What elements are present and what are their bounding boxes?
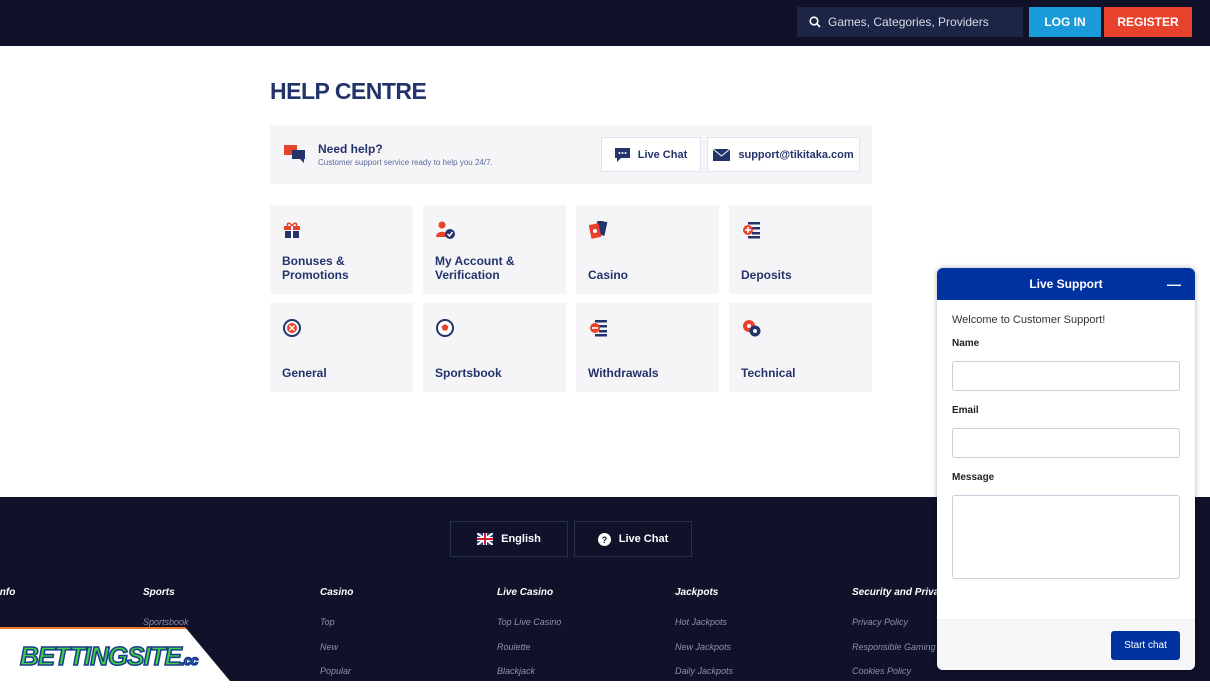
minimize-icon[interactable]: — <box>1167 276 1181 292</box>
language-label: English <box>501 533 541 545</box>
login-button[interactable]: LOG IN <box>1029 7 1101 37</box>
footer-link[interactable]: New Jackpots <box>675 642 733 667</box>
search-icon <box>809 16 821 28</box>
chat-welcome: Welcome to Customer Support! <box>952 314 1106 326</box>
email-support-button[interactable]: support@tikitaka.com <box>707 137 860 172</box>
footer-live-chat-label: Live Chat <box>618 533 669 545</box>
footer-column-title: Security and Privacy <box>852 587 951 598</box>
category-label: My Account & Verification <box>435 254 515 282</box>
live-chat-button[interactable]: Live Chat <box>601 137 701 172</box>
category-card[interactable]: My Account & Verification <box>423 205 566 294</box>
name-label: Name <box>952 338 980 349</box>
category-label: Technical <box>741 366 796 380</box>
chat-header: Live Support — <box>937 268 1195 300</box>
page-title: HELP CENTRE <box>270 78 427 104</box>
footer-link[interactable]: Responsible Gaming <box>852 642 950 667</box>
svg-text:?: ? <box>601 535 607 545</box>
email-label: Email <box>952 405 979 416</box>
email-field[interactable] <box>952 428 1180 458</box>
email-label: support@tikitaka.com <box>738 148 854 161</box>
help-circle-icon: ? <box>597 532 611 546</box>
footer-link[interactable]: Popular <box>320 666 353 691</box>
live-support-widget: Live Support — Welcome to Customer Suppor… <box>937 268 1195 670</box>
footer-column: Casino Top New Popular <box>320 587 353 691</box>
footer-column: Jackpots Hot Jackpots New Jackpots Daily Ja… <box>675 587 733 691</box>
footer-column-title: Info <box>0 587 16 598</box>
footer-column: Security and Privacy Privacy Policy Respon… <box>852 587 950 691</box>
footer-column-title: Jackpots <box>675 587 719 598</box>
gift-icon <box>284 222 300 238</box>
footer-link[interactable]: Daily Jackpots <box>675 666 733 691</box>
help-title: Need help? <box>318 142 383 156</box>
search-input[interactable]: Games, Categories, Providers <box>797 7 1023 37</box>
name-field[interactable] <box>952 361 1180 391</box>
category-label: Bonuses & Promotions <box>282 254 349 282</box>
search-placeholder: Games, Categories, Providers <box>828 15 989 29</box>
footer-column: Info <box>0 587 15 617</box>
footer-live-chat-button[interactable]: ? Live Chat <box>574 521 692 557</box>
footer-link[interactable]: Roulette <box>497 642 561 667</box>
deposit-icon <box>743 222 760 239</box>
envelope-icon <box>713 148 731 161</box>
footer-link[interactable]: New <box>320 642 353 667</box>
category-label: Deposits <box>741 268 792 282</box>
category-card[interactable]: Deposits <box>729 205 872 294</box>
category-card[interactable]: Sportsbook <box>423 303 566 392</box>
category-card[interactable]: Bonuses & Promotions <box>270 205 413 294</box>
language-selector[interactable]: English <box>450 521 568 557</box>
live-chat-label: Live Chat <box>637 148 688 161</box>
gears-icon <box>743 320 761 337</box>
category-card[interactable]: Withdrawals <box>576 303 719 392</box>
register-button[interactable]: REGISTER <box>1104 7 1192 37</box>
top-bar: Games, Categories, Providers LOG IN REGI… <box>0 0 1210 46</box>
need-help-panel: Need help? Customer support service read… <box>270 125 872 184</box>
uk-flag-icon <box>477 533 494 545</box>
cards-icon <box>589 221 608 239</box>
chat-icon <box>614 147 630 162</box>
category-card[interactable]: Casino <box>576 205 719 294</box>
help-subtitle: Customer support service ready to help y… <box>318 158 493 167</box>
footer-column: Live Casino Top Live Casino Roulette Blackj… <box>497 587 561 691</box>
category-label: Sportsbook <box>435 366 502 380</box>
footer-link[interactable]: Top <box>320 617 353 642</box>
footer-column-title: Casino <box>320 587 354 598</box>
chat-title: Live Support <box>1029 277 1103 291</box>
footer-link[interactable]: Privacy Policy <box>852 617 950 642</box>
category-card[interactable]: Technical <box>729 303 872 392</box>
category-label: General <box>282 366 327 380</box>
footer-link[interactable]: Blackjack <box>497 666 561 691</box>
category-label: Withdrawals <box>588 366 659 380</box>
chat-footer: Start chat <box>937 619 1195 670</box>
category-label: Casino <box>588 268 629 282</box>
withdraw-icon <box>590 320 607 337</box>
message-label: Message <box>952 472 995 483</box>
footer-column-title: Sports <box>143 587 175 598</box>
message-field[interactable] <box>952 495 1180 579</box>
footer-link[interactable]: Cookies Policy <box>852 666 950 691</box>
category-card[interactable]: General <box>270 303 413 392</box>
start-chat-button[interactable]: Start chat <box>1111 631 1180 660</box>
footer-link[interactable]: Top Live Casino <box>497 617 561 642</box>
football-icon <box>436 319 454 337</box>
chat-bubbles-icon <box>284 145 305 163</box>
footer-link[interactable]: Hot Jackpots <box>675 617 733 642</box>
footer-column-title: Live Casino <box>497 587 554 598</box>
general-icon <box>283 319 301 337</box>
user-check-icon <box>436 221 455 239</box>
